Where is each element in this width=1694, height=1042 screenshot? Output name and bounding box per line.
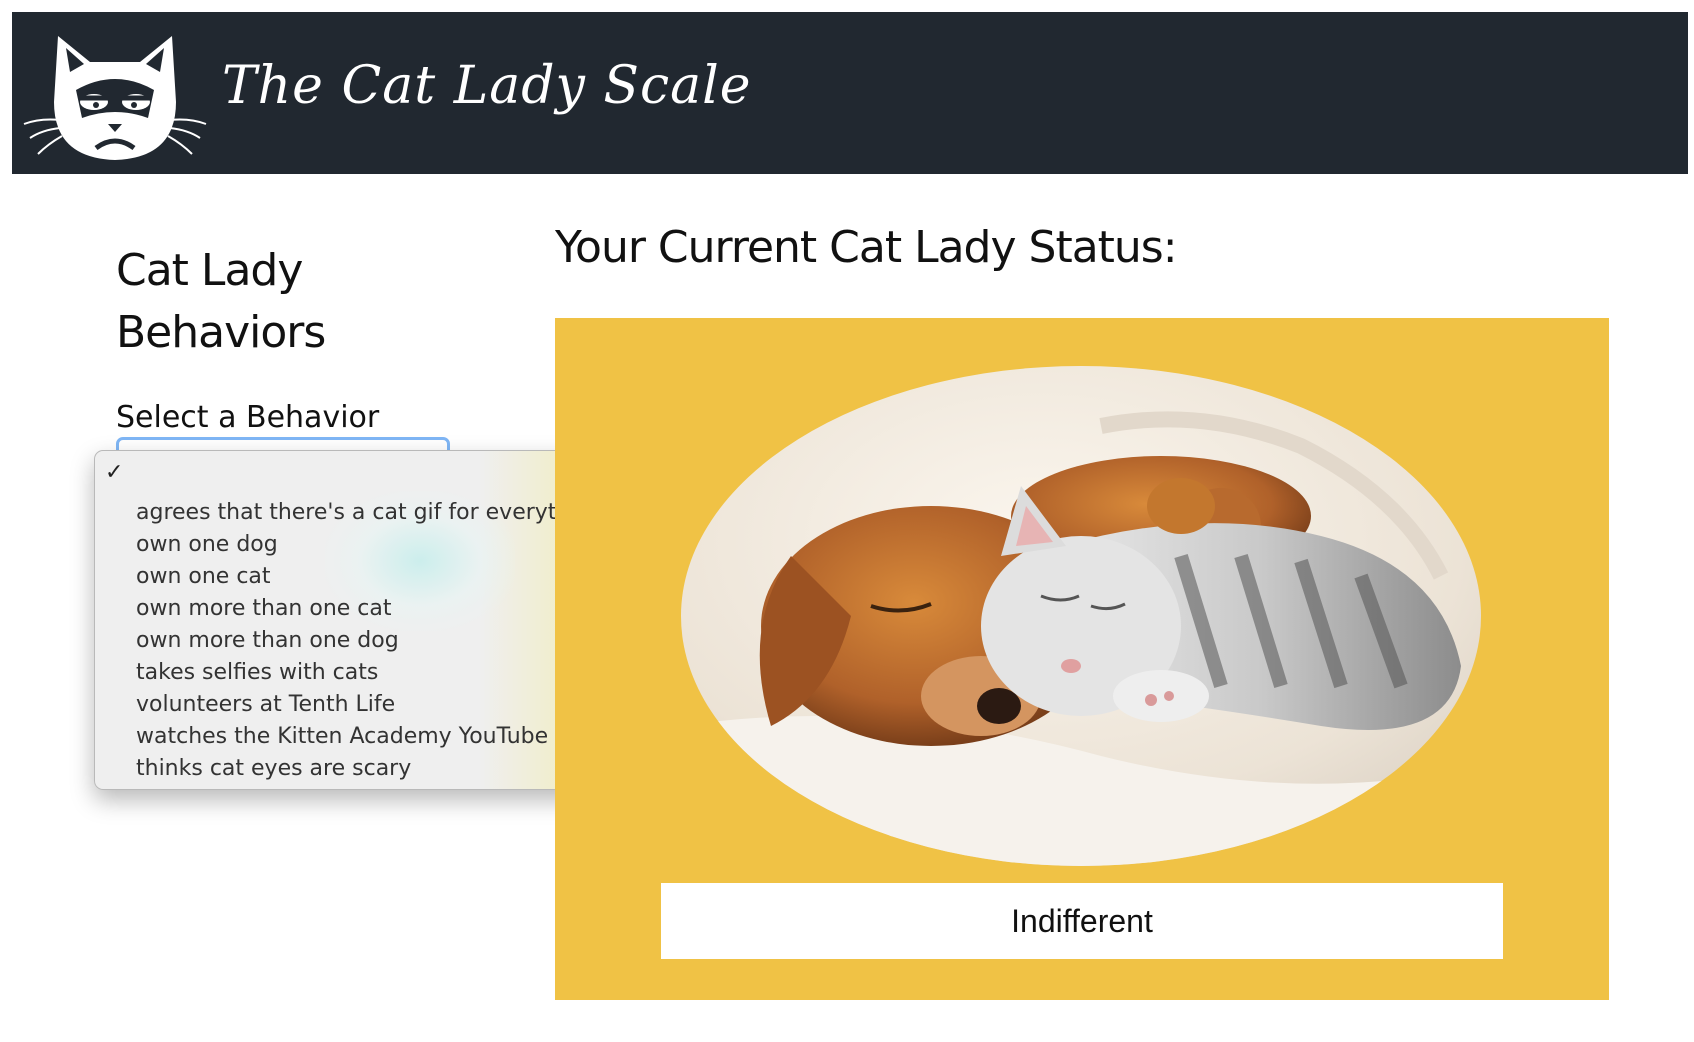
grumpy-cat-icon[interactable] [20,32,210,162]
select-label: Select a Behavior [116,400,380,435]
puppy-kitten-photo [681,366,1481,866]
checkmark-icon: ✓ [105,459,124,484]
sidebar-title: Cat Lady Behaviors [116,245,326,358]
navbar: The Cat Lady Scale [12,12,1688,174]
status-panel: Indifferent [555,318,1609,1000]
site-title[interactable]: The Cat Lady Scale [222,56,752,116]
status-label: Indifferent [661,883,1503,959]
status-heading: Your Current Cat Lady Status: [555,222,1178,273]
